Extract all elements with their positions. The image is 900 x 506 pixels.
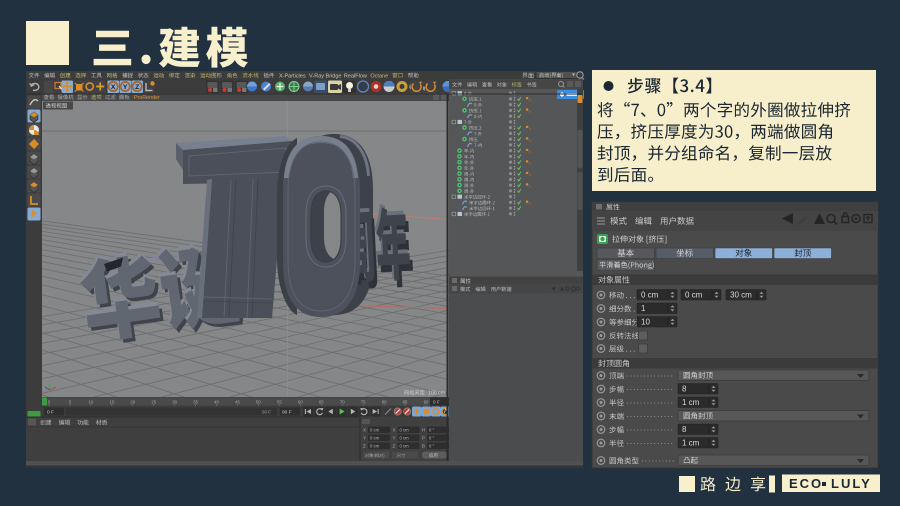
svg-text:1: 1 (641, 304, 646, 313)
svg-text:0 cm: 0 cm (400, 436, 410, 441)
svg-text:40: 40 (214, 400, 219, 405)
svg-text:25: 25 (151, 400, 156, 405)
svg-text:Y: Y (393, 436, 396, 441)
svg-text:35: 35 (193, 400, 198, 405)
svg-text:70: 70 (340, 400, 345, 405)
svg-text:V-Ray Bridge: V-Ray Bridge (309, 73, 341, 79)
svg-text:X: X (393, 428, 396, 433)
svg-text:80: 80 (382, 400, 387, 405)
svg-text:0 cm: 0 cm (370, 436, 380, 441)
svg-text:Z: Z (363, 444, 366, 449)
svg-text:75: 75 (361, 400, 366, 405)
svg-text:0 °: 0 ° (429, 444, 434, 449)
svg-text:0 F: 0 F (47, 410, 54, 416)
svg-text:60: 60 (298, 400, 303, 405)
svg-text:Z: Z (393, 444, 396, 449)
svg-text:RealFlow: RealFlow (344, 73, 367, 79)
svg-text:Y: Y (123, 84, 128, 91)
svg-text:0 F: 0 F (433, 400, 440, 405)
svg-text:50: 50 (256, 400, 261, 405)
svg-text:X-Particles: X-Particles (279, 73, 306, 79)
svg-text:85: 85 (403, 400, 408, 405)
svg-text:Octane: Octane (370, 73, 388, 79)
svg-text:X: X (111, 84, 116, 91)
svg-text:0 cm: 0 cm (370, 428, 380, 433)
svg-text:90: 90 (424, 400, 429, 405)
svg-text:LULY: LULY (831, 476, 872, 491)
svg-text:30: 30 (172, 400, 177, 405)
svg-text:0 cm: 0 cm (400, 444, 410, 449)
svg-text:8: 8 (682, 385, 687, 394)
svg-text:100 cm: 100 cm (428, 391, 445, 397)
svg-text:55: 55 (277, 400, 282, 405)
svg-text:B: B (422, 444, 425, 449)
svg-text:90 F: 90 F (282, 410, 292, 416)
svg-text:ECO: ECO (789, 476, 823, 491)
svg-text:0 cm: 0 cm (400, 428, 410, 433)
svg-text:0 cm: 0 cm (685, 291, 703, 300)
svg-text:20: 20 (130, 400, 135, 405)
svg-text:Y: Y (363, 436, 366, 441)
svg-text:8: 8 (682, 425, 687, 434)
svg-text:0 °: 0 ° (429, 428, 434, 433)
svg-text:10: 10 (641, 318, 650, 327)
svg-text:15: 15 (109, 400, 114, 405)
svg-text:1 cm: 1 cm (682, 398, 700, 407)
svg-text:Z: Z (135, 84, 139, 91)
svg-text:X: X (363, 428, 366, 433)
svg-text:P: P (422, 436, 425, 441)
svg-text:65: 65 (319, 400, 324, 405)
svg-text:0 cm: 0 cm (641, 291, 659, 300)
svg-text:ProRender: ProRender (134, 95, 160, 101)
svg-text:90 F: 90 F (262, 410, 271, 415)
svg-text:45: 45 (235, 400, 240, 405)
svg-text:H: H (422, 428, 425, 433)
svg-text:0 °: 0 ° (429, 436, 434, 441)
svg-text:1 cm: 1 cm (682, 439, 700, 448)
svg-text:10: 10 (88, 400, 93, 405)
svg-text:0 cm: 0 cm (370, 444, 380, 449)
svg-text:30 cm: 30 cm (730, 291, 752, 300)
